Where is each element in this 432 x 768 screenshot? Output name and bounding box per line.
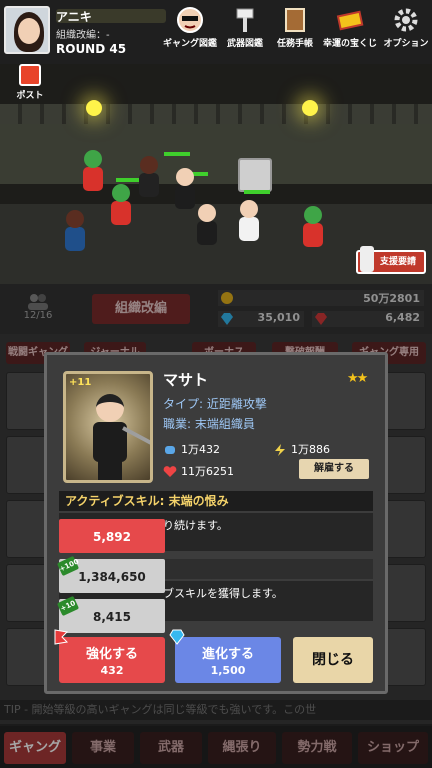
level-badge: +11 xyxy=(69,377,92,388)
flag-icon xyxy=(54,629,69,645)
ticket-icon xyxy=(336,10,364,31)
attack-value: 1万432 xyxy=(181,443,220,456)
gear-icon xyxy=(394,8,418,32)
enemy-fighter xyxy=(136,156,162,200)
cost-value: 1,384,650 xyxy=(78,570,146,584)
post-label: ポスト xyxy=(16,91,44,101)
street-lamp xyxy=(302,100,318,116)
character-detail-modal: +11 マサト ★★ タイプ: 近距離攻撃 職業: 末端組織員 1万432 1万… xyxy=(44,352,388,694)
hp-value: 11万6251 xyxy=(181,465,234,478)
upgrade-label: 強化する xyxy=(85,647,138,662)
character-type: タイプ: 近距離攻撃 xyxy=(163,397,267,411)
hp-stat: 11万6251 xyxy=(163,463,234,479)
gang-dex-button[interactable]: ギャング図鑑 xyxy=(160,6,220,49)
character-job: 職業: 末端組織員 xyxy=(163,417,255,431)
face-icon xyxy=(177,7,203,33)
skill-text: り続けます。 xyxy=(163,519,228,532)
cost-value: 5,892 xyxy=(93,530,131,544)
round-label: ROUND 45 xyxy=(56,42,127,56)
star-rating: ★★ xyxy=(347,371,368,386)
menu-label: 任務手帳 xyxy=(276,39,313,49)
squad-label: 組織改編：- xyxy=(56,30,110,41)
post-button[interactable]: ポスト xyxy=(10,64,50,101)
cost-tag: +10 xyxy=(56,595,80,617)
fist-icon xyxy=(165,446,175,454)
mission-book-button[interactable]: 任務手帳 xyxy=(270,6,320,49)
enemy-fighter xyxy=(62,210,88,254)
player-name: アニキ xyxy=(56,10,92,24)
cost-value: 8,415 xyxy=(93,610,131,624)
support-label: 支援要請 xyxy=(379,257,416,267)
weapon-dex-button[interactable]: 武器図鑑 xyxy=(220,6,270,49)
cost-tab: +100 1,384,650 xyxy=(56,555,165,593)
active-skill-title: アクティブスキル: 末端の恨み xyxy=(59,491,373,511)
options-button[interactable]: オプション xyxy=(380,6,432,49)
menu-label: 武器図鑑 xyxy=(226,39,263,49)
speed-value: 1万886 xyxy=(291,443,330,456)
mailbox-icon xyxy=(19,64,41,86)
hammer-icon xyxy=(236,8,254,32)
attack-stat: 1万432 xyxy=(163,441,220,457)
close-button[interactable]: 閉じる xyxy=(293,637,373,683)
cost-tab: +10 8,415 xyxy=(56,595,165,633)
evolve-button[interactable]: 進化する 1,500 xyxy=(169,629,281,683)
phone-icon xyxy=(360,246,374,272)
skill-text: ブスキルを獲得します。 xyxy=(163,587,283,600)
player-avatar[interactable] xyxy=(4,6,50,54)
diamond-icon xyxy=(169,629,185,645)
upgrade-button[interactable]: 強化する 432 xyxy=(54,629,165,683)
character-name: マサト xyxy=(163,371,209,389)
lightning-icon xyxy=(275,444,285,456)
enemy-fighter xyxy=(108,184,134,228)
dismiss-button[interactable]: 解雇する xyxy=(299,459,369,479)
safe-icon xyxy=(238,158,272,192)
evolve-cost: 1,500 xyxy=(210,664,246,677)
menu-label: ギャング図鑑 xyxy=(162,39,217,49)
street-lamp xyxy=(86,100,102,116)
menu-label: オプション xyxy=(383,39,429,49)
top-bar: アニキ 組織改編：- ROUND 45 ギャング図鑑 武器図鑑 任務手帳 幸運の… xyxy=(0,0,432,64)
enemy-fighter xyxy=(300,206,326,250)
gang-fighter xyxy=(194,204,220,248)
lottery-button[interactable]: 幸運の宝くじ xyxy=(318,6,382,49)
cost-tag: +100 xyxy=(56,555,80,577)
character-portrait: +11 xyxy=(63,371,153,483)
upgrade-cost: 432 xyxy=(100,664,124,677)
speed-stat: 1万886 xyxy=(273,441,330,457)
heart-icon xyxy=(163,466,177,477)
gang-fighter xyxy=(236,200,262,244)
cost-tab: 5,892 xyxy=(59,519,165,553)
menu-label: 幸運の宝くじ xyxy=(322,39,377,49)
evolve-label: 進化する xyxy=(201,647,254,662)
enemy-fighter xyxy=(80,150,106,194)
notebook-icon xyxy=(285,8,305,32)
